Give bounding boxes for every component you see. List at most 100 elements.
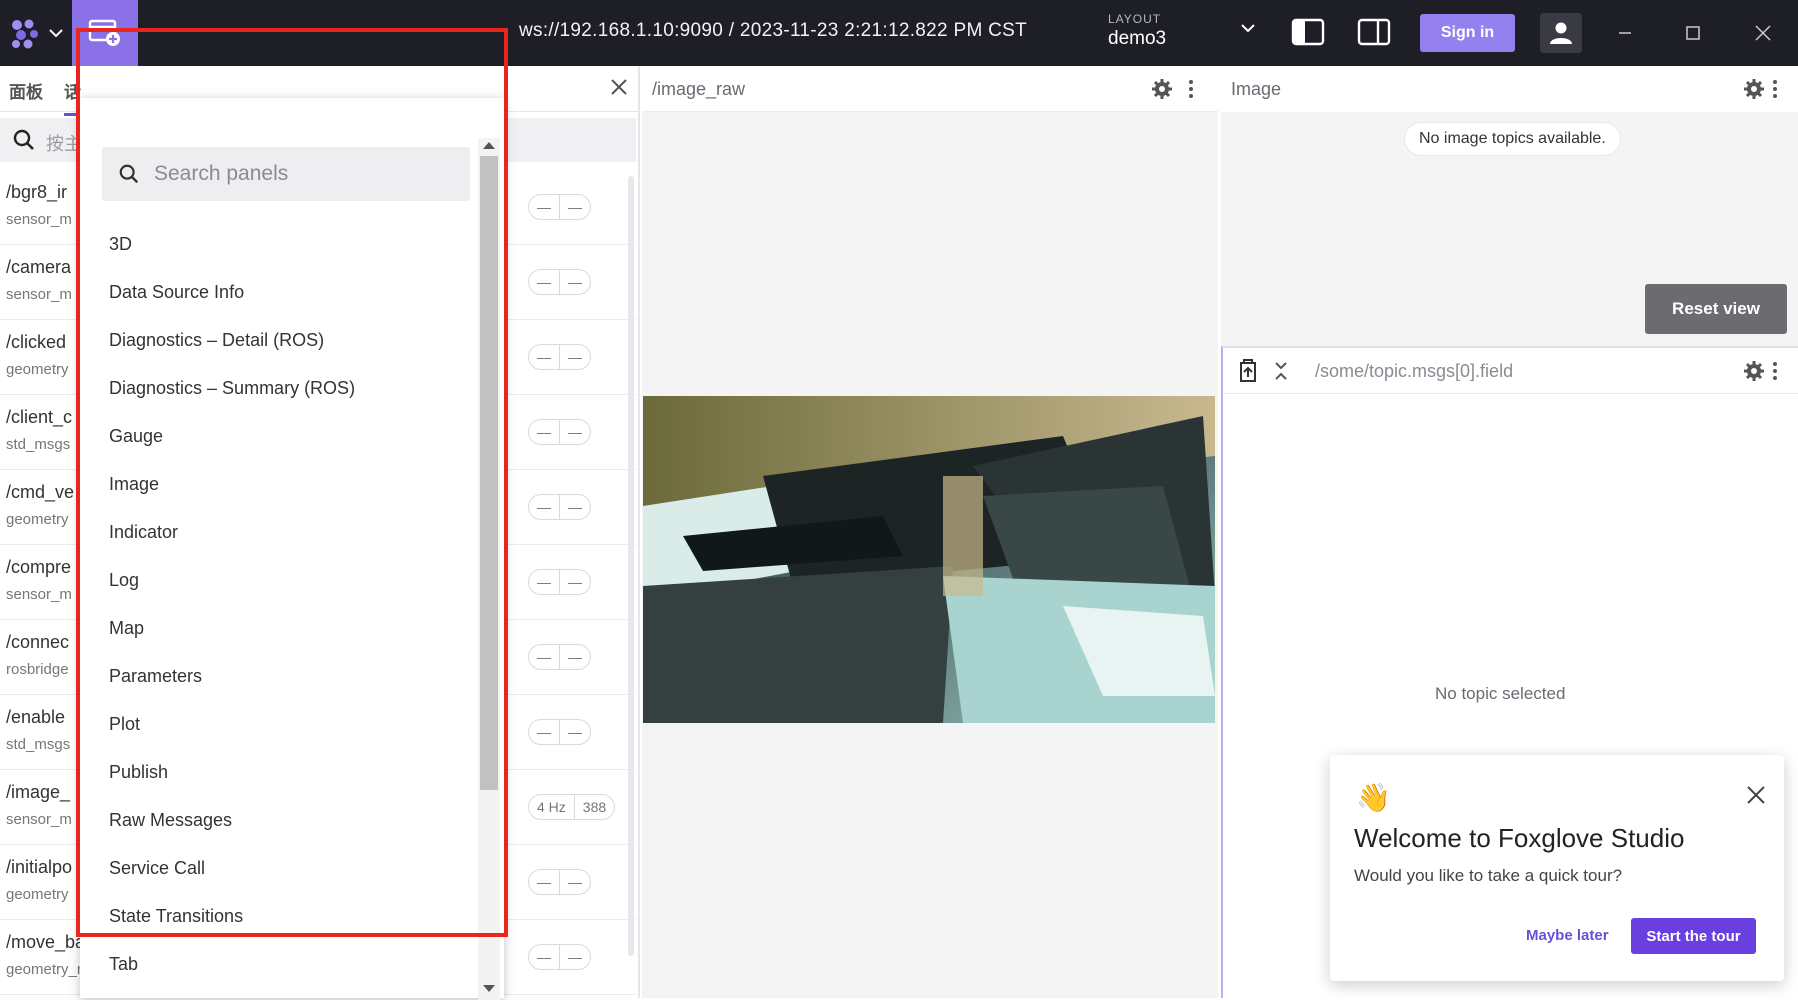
topic-type: std_msgs <box>6 736 71 753</box>
more-options-icon[interactable] <box>1188 79 1194 99</box>
panel-menu-item[interactable]: Gauge <box>80 412 480 460</box>
more-options-icon[interactable] <box>1772 79 1778 99</box>
topic-path-input[interactable]: /some/topic.msgs[0].field <box>1315 361 1513 382</box>
scroll-down-arrow-icon[interactable] <box>483 985 495 992</box>
gear-icon[interactable] <box>1152 79 1172 99</box>
tab-topics[interactable]: 话 <box>64 78 81 116</box>
topic-stats-badge: — — <box>528 944 591 970</box>
panel-menu-item[interactable]: Diagnostics – Summary (ROS) <box>80 364 480 412</box>
topic-type: sensor_m <box>6 586 72 603</box>
gear-icon[interactable] <box>1744 79 1764 99</box>
topic-frequency: — <box>537 874 551 890</box>
topic-search-placeholder: 按主 <box>46 134 82 154</box>
topic-message-count: — <box>559 870 590 894</box>
panel-menu-item[interactable]: Image <box>80 460 480 508</box>
topic-message-count: — <box>559 945 590 969</box>
gear-icon[interactable] <box>1744 361 1764 381</box>
topic-type: geometry <box>6 361 69 378</box>
topic-stats-badge: — — <box>528 644 591 670</box>
topic-name: /initialpo <box>6 857 73 877</box>
topic-stats-badge: — — <box>528 494 591 520</box>
maybe-later-button[interactable]: Maybe later <box>1526 927 1609 944</box>
topic-list-scrollbar[interactable] <box>628 176 634 956</box>
no-topic-selected-message: No topic selected <box>1435 684 1566 703</box>
close-icon <box>1755 25 1771 41</box>
topic-message-count: — <box>559 495 590 519</box>
copy-icon[interactable] <box>1237 359 1259 383</box>
topic-stats-badge: — — <box>528 719 591 745</box>
panel-menu-item[interactable]: Map <box>80 604 480 652</box>
panel-menu-item[interactable]: Plot <box>80 700 480 748</box>
topic-frequency: — <box>537 199 551 215</box>
scroll-up-arrow-icon[interactable] <box>483 142 495 149</box>
close-icon[interactable] <box>1746 785 1766 805</box>
topic-name: /enable <box>6 707 66 727</box>
panel-header: Image <box>1221 66 1798 112</box>
panel-menu-item[interactable]: Service Call <box>80 844 480 892</box>
panel-menu-item[interactable]: Data Source Info <box>80 268 480 316</box>
panel-menu-item[interactable]: Parameters <box>80 652 480 700</box>
start-tour-button[interactable]: Start the tour <box>1631 918 1756 954</box>
topic-frequency: — <box>537 274 551 290</box>
panel-menu-item[interactable]: State Transitions <box>80 892 480 940</box>
maximize-window-button[interactable] <box>1678 18 1708 48</box>
welcome-tour-dialog: 👋 Welcome to Foxglove Studio Would you l… <box>1330 755 1784 981</box>
topic-stats-badge: — — <box>528 344 591 370</box>
panel-menu-item[interactable]: 3D <box>80 220 480 268</box>
more-options-icon[interactable] <box>1772 361 1778 381</box>
topic-frequency: — <box>537 574 551 590</box>
topic-name: /connec <box>6 632 70 652</box>
sign-in-button[interactable]: Sign in <box>1420 14 1515 52</box>
minimize-window-button[interactable] <box>1610 18 1640 48</box>
waving-hand-emoji: 👋 <box>1356 782 1391 813</box>
add-panel-button[interactable] <box>72 0 138 66</box>
panel-list-scrollbar-thumb[interactable] <box>480 156 498 790</box>
welcome-title: Welcome to Foxglove Studio <box>1354 823 1685 853</box>
topic-type: sensor_m <box>6 811 72 828</box>
topic-type: geometry <box>6 886 69 903</box>
panel-list: 3D Data Source Info Diagnostics – Detail (… <box>80 220 480 988</box>
panel-search-field[interactable] <box>102 147 470 201</box>
tab-panels[interactable]: 面板 <box>9 78 43 103</box>
topic-message-count: — <box>559 270 590 294</box>
left-sidebar-toggle-icon[interactable] <box>1291 17 1325 47</box>
topic-frequency: — <box>537 349 551 365</box>
panel-menu-item[interactable]: Publish <box>80 748 480 796</box>
panel-menu-item[interactable]: Indicator <box>80 508 480 556</box>
close-window-button[interactable] <box>1748 18 1778 48</box>
close-icon[interactable] <box>610 78 628 96</box>
user-account-button[interactable] <box>1540 13 1582 53</box>
panel-menu-item[interactable]: Raw Messages <box>80 796 480 844</box>
connection-status: ws://192.168.1.10:9090 / 2023-11-23 2:21… <box>519 20 1028 41</box>
search-icon <box>119 164 139 184</box>
panel-search-input[interactable] <box>154 157 454 191</box>
topic-message-count: — <box>559 570 590 594</box>
right-sidebar-toggle-icon[interactable] <box>1357 17 1391 47</box>
topic-name: /bgr8_ir <box>6 182 68 202</box>
app-menu-button[interactable] <box>0 0 72 66</box>
panel-header: /some/topic.msgs[0].field <box>1223 348 1798 394</box>
layout-selector[interactable]: LAYOUT demo3 <box>1108 12 1268 56</box>
topic-type: sensor_m <box>6 211 72 228</box>
chevron-down-icon[interactable] <box>1240 22 1256 34</box>
topic-message-count: — <box>559 720 590 744</box>
topic-message-count: — <box>559 645 590 669</box>
topic-stats-badge: — — <box>528 269 591 295</box>
topic-type: rosbridge <box>6 661 69 678</box>
collapse-icon[interactable] <box>1274 361 1288 381</box>
user-icon <box>1550 22 1572 44</box>
add-panel-menu: 3DData Source InfoDiagnostics – Detail (… <box>80 98 504 1000</box>
topic-message-count: 388 <box>573 795 614 819</box>
topic-name: /image_ <box>6 782 71 802</box>
panel-menu-item[interactable]: Tab <box>80 940 480 988</box>
left-sidebar: 面板 话 按主 /bgr8_ir sensor_m — —/camera sensor_… <box>0 66 640 1000</box>
topic-frequency: — <box>537 499 551 515</box>
panel-menu-item[interactable]: Diagnostics – Detail (ROS) <box>80 316 480 364</box>
panel-menu-item[interactable]: Log <box>80 556 480 604</box>
topic-message-count: — <box>559 195 590 219</box>
reset-view-button[interactable]: Reset view <box>1645 284 1787 334</box>
topic-name: /compre <box>6 557 72 577</box>
topic-stats-badge: — — <box>528 419 591 445</box>
topic-type: std_msgs <box>6 436 71 453</box>
topic-type: sensor_m <box>6 286 72 303</box>
